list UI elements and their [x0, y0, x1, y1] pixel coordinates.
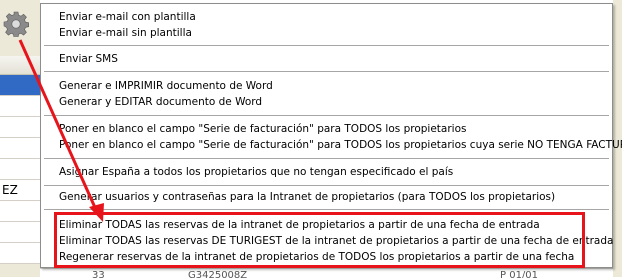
- menu-item-clear-series-all[interactable]: Poner en blanco el campo "Serie de factu…: [59, 122, 466, 137]
- table-row[interactable]: [0, 96, 40, 117]
- menu-separator: [44, 115, 609, 116]
- menu-separator: [44, 71, 609, 72]
- toolbar: [0, 0, 40, 52]
- menu-separator: [44, 209, 609, 210]
- table-row[interactable]: [0, 75, 40, 96]
- table-header: [0, 56, 40, 75]
- menu-item-print-word[interactable]: Generar e IMPRIMIR documento de Word: [59, 79, 273, 94]
- menu-item-edit-word[interactable]: Generar y EDITAR documento de Word: [59, 95, 262, 110]
- table-row[interactable]: [0, 243, 40, 264]
- table-row[interactable]: [0, 222, 40, 243]
- menu-item-send-sms[interactable]: Enviar SMS: [59, 52, 118, 67]
- context-menu: Enviar e-mail con plantilla Enviar e-mai…: [40, 3, 622, 268]
- table-row[interactable]: EZ: [0, 180, 40, 201]
- table-row[interactable]: [0, 117, 40, 138]
- menu-item-generate-users[interactable]: Generar usuarios y contraseñas para la I…: [59, 190, 555, 205]
- menu-item-assign-spain[interactable]: Asignar España a todos los propietarios …: [59, 165, 453, 180]
- menu-item-clear-series-no-invoices[interactable]: Poner en blanco el campo "Serie de factu…: [59, 138, 622, 153]
- table-row[interactable]: [0, 159, 40, 180]
- table-row[interactable]: [0, 138, 40, 159]
- menu-item-regenerate-reservations[interactable]: Regenerar reservas de la intranet de pro…: [59, 250, 574, 265]
- table-row[interactable]: [0, 201, 40, 222]
- gear-icon[interactable]: [3, 11, 29, 37]
- menu-separator: [44, 185, 609, 186]
- menu-item-email-template[interactable]: Enviar e-mail con plantilla: [59, 10, 196, 25]
- menu-item-delete-reservations[interactable]: Eliminar TODAS las reservas de la intran…: [59, 218, 540, 233]
- menu-separator: [44, 158, 609, 159]
- menu-item-email-no-template[interactable]: Enviar e-mail sin plantilla: [59, 26, 192, 41]
- menu-separator: [44, 45, 609, 46]
- menu-item-delete-turigest-reservations[interactable]: Eliminar TODAS las reservas DE TURIGEST …: [59, 234, 613, 249]
